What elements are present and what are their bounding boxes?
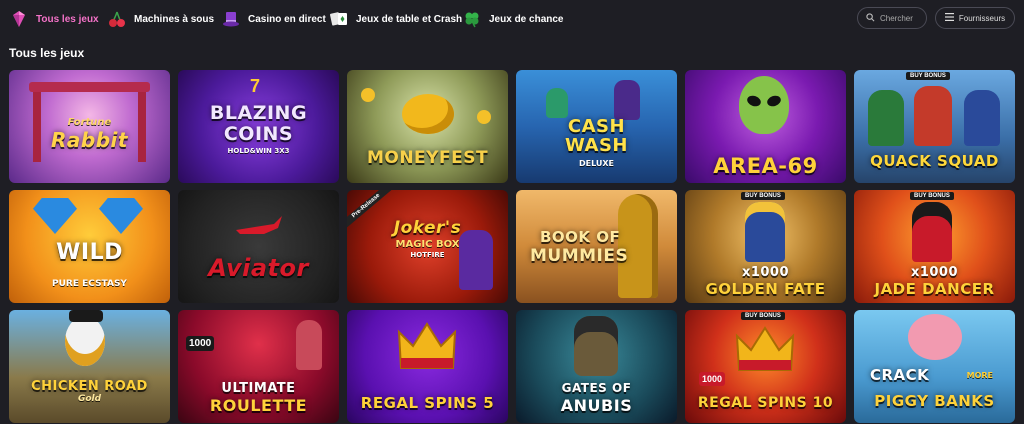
game-title: GOLDEN FATE: [705, 280, 826, 298]
crown-icon: [395, 318, 459, 379]
game-tile-aviator[interactable]: Aviator: [178, 190, 339, 303]
game-tile-gates-of-anubis[interactable]: GATES OF ANUBIS: [516, 310, 677, 423]
game-title: BLAZING: [209, 102, 308, 124]
game-title: ULTIMATE: [221, 381, 296, 396]
game-title: REGAL SPINS 5: [360, 394, 495, 412]
game-title: GATES OF: [561, 381, 632, 395]
game-tile-wild[interactable]: WILD PURE ECSTASY: [9, 190, 170, 303]
game-title: BOOK OF: [540, 228, 621, 246]
game-title: Aviator: [208, 254, 309, 282]
game-title: CASH: [567, 116, 626, 137]
game-title: CHICKEN ROAD: [31, 379, 148, 394]
game-title: x1000: [910, 265, 959, 280]
game-tile-cash-wash[interactable]: CASH WASH DELUXE: [516, 70, 677, 183]
game-subtitle: Gold: [77, 394, 102, 404]
nav-item-all-games[interactable]: Tous les jeux: [8, 6, 99, 32]
game-tile-jokers-magic-box[interactable]: Pre-Release Joker's MAGIC BOX HOTFIRE: [347, 190, 508, 303]
game-title: ANUBIS: [560, 396, 633, 415]
nav-item-slots[interactable]: Machines à sous: [106, 6, 214, 32]
clover-icon: [461, 8, 483, 30]
search-icon: [866, 9, 875, 27]
nav-item-luck-games[interactable]: Jeux de chance: [461, 6, 563, 32]
section-title: Tous les jeux: [9, 46, 85, 60]
game-tile-golden-fate[interactable]: BUY BONUS x1000 GOLDEN FATE: [685, 190, 846, 303]
game-tile-regal-spins-10[interactable]: BUY BONUS 1000 REGAL SPINS 10: [685, 310, 846, 423]
game-title: CRACK: [870, 366, 930, 384]
game-tile-quack-squad[interactable]: BUY BONUS QUACK SQUAD: [854, 70, 1015, 183]
game-subtitle: PURE ECSTASY: [52, 279, 127, 289]
search-box[interactable]: [857, 7, 927, 29]
top-navigation: Tous les jeux Machines à sous Casino en …: [0, 0, 1024, 38]
cherries-icon: [106, 8, 128, 30]
game-tile-jade-dancer[interactable]: BUY BONUS x1000 JADE DANCER: [854, 190, 1015, 303]
nav-label: Tous les jeux: [36, 13, 99, 25]
game-subtitle: DELUXE: [578, 159, 615, 168]
nav-label: Jeux de table et Crash: [356, 13, 463, 25]
nav-item-live-casino[interactable]: Casino en direct: [220, 6, 326, 32]
game-subtitle: MORE: [966, 371, 993, 380]
game-title: REGAL SPINS 10: [697, 395, 834, 411]
game-title: Rabbit: [51, 128, 128, 152]
providers-button[interactable]: Fournisseurs: [935, 7, 1015, 29]
providers-label: Fournisseurs: [958, 13, 1006, 23]
buy-bonus-badge: BUY BONUS: [741, 312, 785, 320]
game-title: WILD: [56, 240, 123, 265]
game-title: QUACK SQUAD: [870, 152, 999, 170]
buy-bonus-badge: BUY BONUS: [906, 72, 950, 80]
nav-label: Jeux de chance: [489, 13, 564, 25]
nav-label: Casino en direct: [248, 13, 326, 25]
game-title: Fortune: [67, 117, 112, 128]
game-tile-blazing-coins[interactable]: 7 BLAZING COINS HOLD&WIN 3X3: [178, 70, 339, 183]
game-title: x1000: [741, 265, 790, 280]
buy-bonus-badge: BUY BONUS: [741, 192, 785, 200]
game-tile-regal-spins-5[interactable]: REGAL SPINS 5: [347, 310, 508, 423]
crown-icon: [733, 324, 797, 381]
game-tile-book-of-mummies[interactable]: BOOK OF MUMMIES: [516, 190, 677, 303]
game-title: MUMMIES: [530, 246, 629, 266]
game-tile-moneyfest[interactable]: MONEYFEST: [347, 70, 508, 183]
game-title: PIGGY BANKS: [874, 392, 995, 410]
buy-bonus-badge: BUY BONUS: [910, 192, 954, 200]
top-hat-icon: [220, 8, 242, 30]
game-title: AREA-69: [713, 154, 818, 178]
game-subtitle: HOLD&WIN 3X3: [227, 147, 290, 155]
game-title: COINS: [223, 123, 294, 145]
search-input[interactable]: [880, 13, 924, 23]
diamond-icon: [8, 8, 30, 30]
game-tile-area-69[interactable]: AREA-69: [685, 70, 846, 183]
game-title: ROULETTE: [209, 396, 308, 415]
game-title: WASH: [564, 135, 628, 156]
game-tile-crack-piggy-banks[interactable]: CRACK MORE PIGGY BANKS: [854, 310, 1015, 423]
plane-icon: [234, 212, 284, 247]
game-tile-fortune-rabbit[interactable]: Fortune Rabbit: [9, 70, 170, 183]
game-title: JADE DANCER: [874, 280, 995, 298]
game-tile-ultimate-roulette[interactable]: 1000 ULTIMATE ROULETTE: [178, 310, 339, 423]
badge-1000: 1000: [699, 372, 726, 386]
menu-icon: [944, 13, 954, 23]
cards-icon: [328, 8, 350, 30]
badge-1000: 1000: [186, 336, 215, 351]
nav-label: Machines à sous: [134, 13, 215, 25]
nav-item-table-crash[interactable]: Jeux de table et Crash: [328, 6, 462, 32]
game-tile-chicken-road-gold[interactable]: CHICKEN ROAD Gold: [9, 310, 170, 423]
game-title: MONEYFEST: [366, 148, 489, 168]
